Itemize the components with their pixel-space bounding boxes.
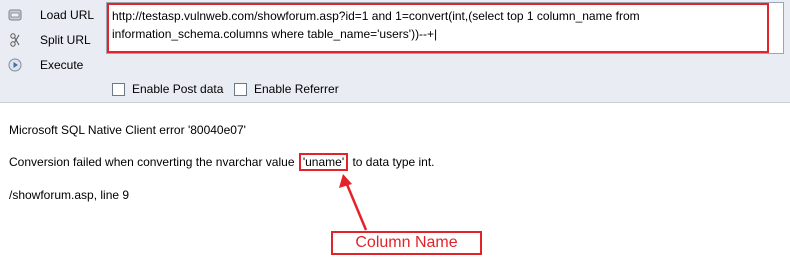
annotation-arrow	[339, 174, 368, 231]
column-name-annotation: Column Name	[331, 231, 482, 255]
